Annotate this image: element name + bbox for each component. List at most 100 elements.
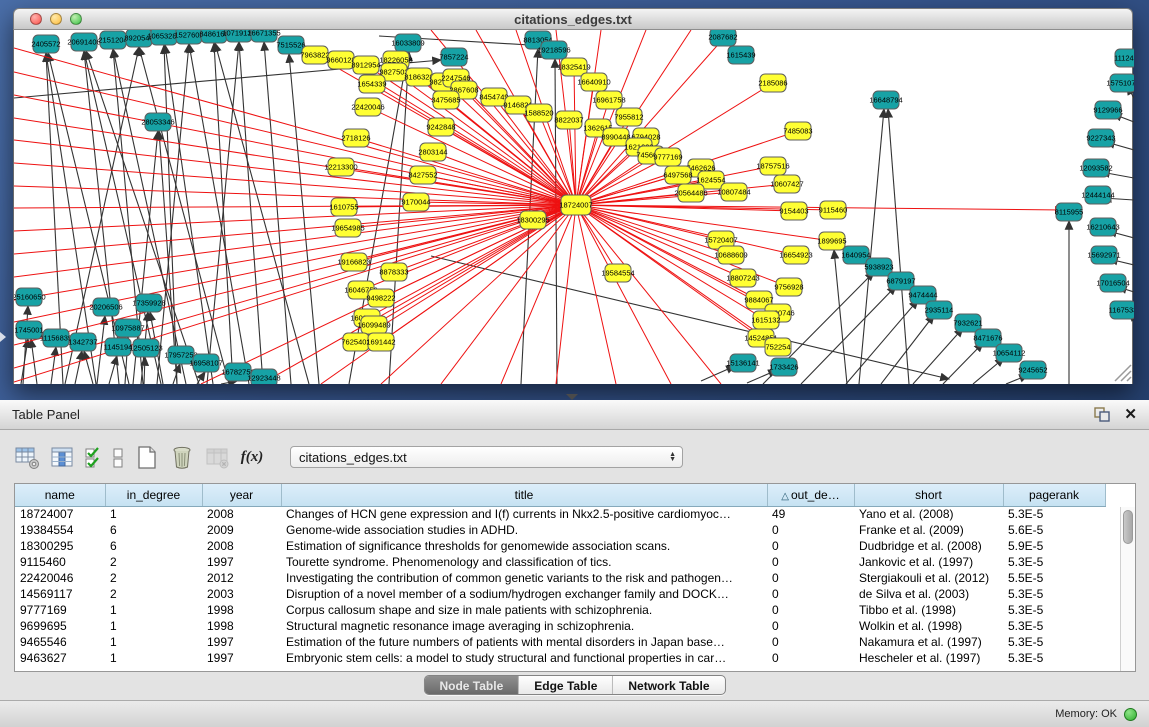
network-node[interactable]: 9242848: [426, 118, 455, 136]
network-edge[interactable]: [207, 42, 239, 384]
network-edge[interactable]: [109, 356, 117, 384]
network-node[interactable]: 2935114: [925, 301, 954, 319]
network-node[interactable]: 16099489: [357, 316, 390, 334]
network-node[interactable]: 11156839: [40, 329, 72, 347]
table-cell[interactable]: Structural magnetic resonance image aver…: [281, 618, 767, 634]
table-cell[interactable]: Estimation of significance thresholds fo…: [281, 538, 767, 554]
left-panel-collapse-arrow[interactable]: [0, 332, 6, 342]
table-cell[interactable]: 22420046: [15, 570, 105, 586]
network-node[interactable]: 10975887: [111, 319, 144, 337]
network-node[interactable]: 9115460: [819, 201, 848, 219]
network-node[interactable]: 25160650: [14, 288, 46, 306]
table-row[interactable]: 946362711997Embryonic stem cells: a mode…: [15, 650, 1105, 666]
table-cell[interactable]: 9777169: [15, 602, 105, 618]
table-settings-button[interactable]: [14, 444, 40, 470]
network-edge[interactable]: [21, 339, 28, 384]
table-cell[interactable]: 1: [105, 634, 202, 650]
network-edge[interactable]: [913, 328, 963, 384]
table-cell[interactable]: 5.3E-5: [1003, 650, 1105, 666]
select-all-rows-button[interactable]: [84, 444, 102, 470]
table-cell[interactable]: 0: [767, 618, 854, 634]
network-node[interactable]: 2718126: [341, 129, 370, 147]
table-cell[interactable]: 0: [767, 522, 854, 538]
table-cell[interactable]: de Silva et al. (2003): [854, 586, 1003, 602]
network-node[interactable]: 8878333: [379, 263, 408, 281]
network-node[interactable]: 20206506: [89, 298, 122, 316]
column-header-title[interactable]: title: [281, 484, 767, 506]
table-cell[interactable]: 1997: [202, 634, 281, 650]
table-cell[interactable]: Nakamura et al. (1997): [854, 634, 1003, 650]
table-cell[interactable]: 1: [105, 602, 202, 618]
network-node[interactable]: 18757516: [756, 157, 789, 175]
network-edge[interactable]: [834, 250, 847, 384]
network-node[interactable]: 1610755: [329, 198, 358, 216]
table-cell[interactable]: 1: [105, 650, 202, 666]
table-cell[interactable]: 0: [767, 602, 854, 618]
network-edge[interactable]: [215, 43, 309, 384]
table-cell[interactable]: 0: [767, 650, 854, 666]
network-node[interactable]: 19166823: [337, 253, 370, 271]
network-node[interactable]: 16654923: [779, 246, 812, 264]
network-edge[interactable]: [14, 205, 576, 277]
table-cell[interactable]: 1: [105, 618, 202, 634]
network-node[interactable]: 9170044: [401, 193, 430, 211]
network-node[interactable]: 9756928: [774, 278, 803, 296]
network-node[interactable]: 12505123: [129, 339, 162, 357]
network-node[interactable]: 10607427: [770, 175, 803, 193]
network-edge[interactable]: [576, 205, 616, 384]
network-node[interactable]: 20691406: [67, 33, 100, 51]
table-cell[interactable]: Embryonic stem cells: a model to study s…: [281, 650, 767, 666]
table-row[interactable]: 2242004622012Investigating the contribut…: [15, 570, 1105, 586]
network-node[interactable]: 2151204: [98, 31, 127, 49]
network-node[interactable]: 16961758: [592, 91, 625, 109]
table-cell[interactable]: Genome-wide association studies in ADHD.: [281, 522, 767, 538]
network-edge[interactable]: [576, 82, 594, 205]
table-cell[interactable]: Dudbridge et al. (2008): [854, 538, 1003, 554]
table-cell[interactable]: 0: [767, 586, 854, 602]
column-header-short[interactable]: short: [854, 484, 1003, 506]
vertical-scrollbar[interactable]: [1120, 507, 1135, 671]
unselect-all-rows-button[interactable]: [111, 444, 125, 470]
network-edge[interactable]: [576, 205, 731, 255]
table-cell[interactable]: 0: [767, 538, 854, 554]
function-builder-button[interactable]: f(x): [239, 444, 265, 470]
table-cell[interactable]: 5.3E-5: [1003, 618, 1105, 634]
table-cell[interactable]: 1997: [202, 650, 281, 666]
network-node[interactable]: 19584554: [601, 264, 634, 282]
column-header-name[interactable]: name: [15, 484, 105, 506]
minimize-window-button[interactable]: [50, 13, 62, 25]
network-node[interactable]: 8427552: [408, 166, 437, 184]
tab-network-table[interactable]: Network Table: [612, 676, 724, 694]
network-edge[interactable]: [555, 59, 557, 384]
network-node[interactable]: 1112435: [1114, 49, 1134, 67]
network-edge[interactable]: [888, 109, 909, 384]
table-cell[interactable]: Yano et al. (2008): [854, 506, 1003, 522]
network-node[interactable]: 9245652: [1018, 361, 1047, 379]
panel-splitter-handle[interactable]: [566, 394, 578, 400]
table-cell[interactable]: 1: [105, 506, 202, 522]
network-node[interactable]: 1615439: [726, 46, 755, 64]
network-node[interactable]: 1615132: [751, 311, 780, 329]
new-column-button[interactable]: [134, 444, 160, 470]
table-cell[interactable]: 5.3E-5: [1003, 586, 1105, 602]
network-node[interactable]: 1654339: [357, 75, 386, 93]
network-node[interactable]: 16640910: [577, 73, 610, 91]
network-node[interactable]: 2087682: [708, 30, 737, 46]
table-cell[interactable]: 0: [767, 570, 854, 586]
network-node[interactable]: 9498222: [366, 289, 395, 307]
network-node[interactable]: 16033809: [391, 34, 424, 52]
column-header-in_degree[interactable]: in_degree: [105, 484, 202, 506]
table-row[interactable]: 911546021997Tourette syndrome. Phenomeno…: [15, 554, 1105, 570]
table-cell[interactable]: 5.5E-5: [1003, 570, 1105, 586]
table-cell[interactable]: 1998: [202, 618, 281, 634]
column-visibility-button[interactable]: [49, 444, 75, 470]
network-node[interactable]: 20564486: [674, 184, 707, 202]
network-edge[interactable]: [801, 286, 896, 384]
table-cell[interactable]: Estimation of the future numbers of pati…: [281, 634, 767, 650]
table-cell[interactable]: Investigating the contribution of common…: [281, 570, 767, 586]
network-node[interactable]: 8912954: [351, 56, 380, 74]
network-node[interactable]: 9154403: [779, 202, 808, 220]
table-cell[interactable]: Corpus callosum shape and size in male p…: [281, 602, 767, 618]
table-cell[interactable]: Wolkin et al. (1998): [854, 618, 1003, 634]
table-row[interactable]: 977716911998Corpus callosum shape and si…: [15, 602, 1105, 618]
